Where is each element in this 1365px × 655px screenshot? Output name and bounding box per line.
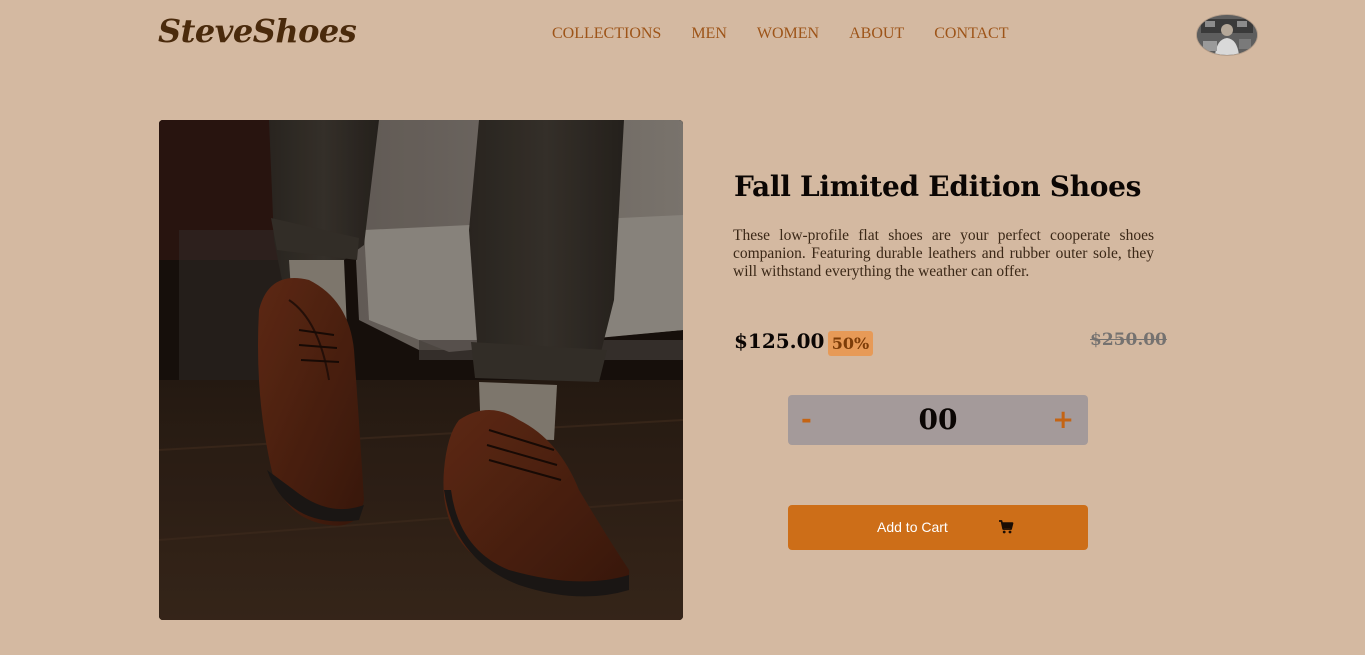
add-to-cart-label: Add to Cart xyxy=(877,519,948,535)
increase-quantity-button[interactable]: + xyxy=(1052,395,1074,445)
shoes-photo xyxy=(159,120,683,620)
product-image xyxy=(159,120,683,620)
discount-badge: 50% xyxy=(828,331,873,356)
add-to-cart-button[interactable]: Add to Cart xyxy=(788,505,1088,550)
logo[interactable]: SteveShoes xyxy=(158,12,357,50)
nav-women[interactable]: WOMEN xyxy=(757,25,819,43)
nav-men[interactable]: MEN xyxy=(691,25,727,43)
nav-about[interactable]: ABOUT xyxy=(849,25,904,43)
quantity-value: 00 xyxy=(918,403,958,436)
nav-collections[interactable]: COLLECTIONS xyxy=(552,25,661,43)
product-description: These low-profile flat shoes are your pe… xyxy=(733,227,1154,280)
avatar[interactable] xyxy=(1197,15,1257,55)
quantity-stepper: - 00 + xyxy=(788,395,1088,445)
original-price: $250.00 xyxy=(1090,330,1167,350)
nav-contact[interactable]: CONTACT xyxy=(934,25,1008,43)
avatar-image xyxy=(1197,15,1257,55)
current-price: $125.00 xyxy=(734,329,825,353)
product-title: Fall Limited Edition Shoes xyxy=(734,170,1142,203)
cart-icon xyxy=(999,520,1014,534)
main-nav: COLLECTIONS MEN WOMEN ABOUT CONTACT xyxy=(552,25,1009,43)
